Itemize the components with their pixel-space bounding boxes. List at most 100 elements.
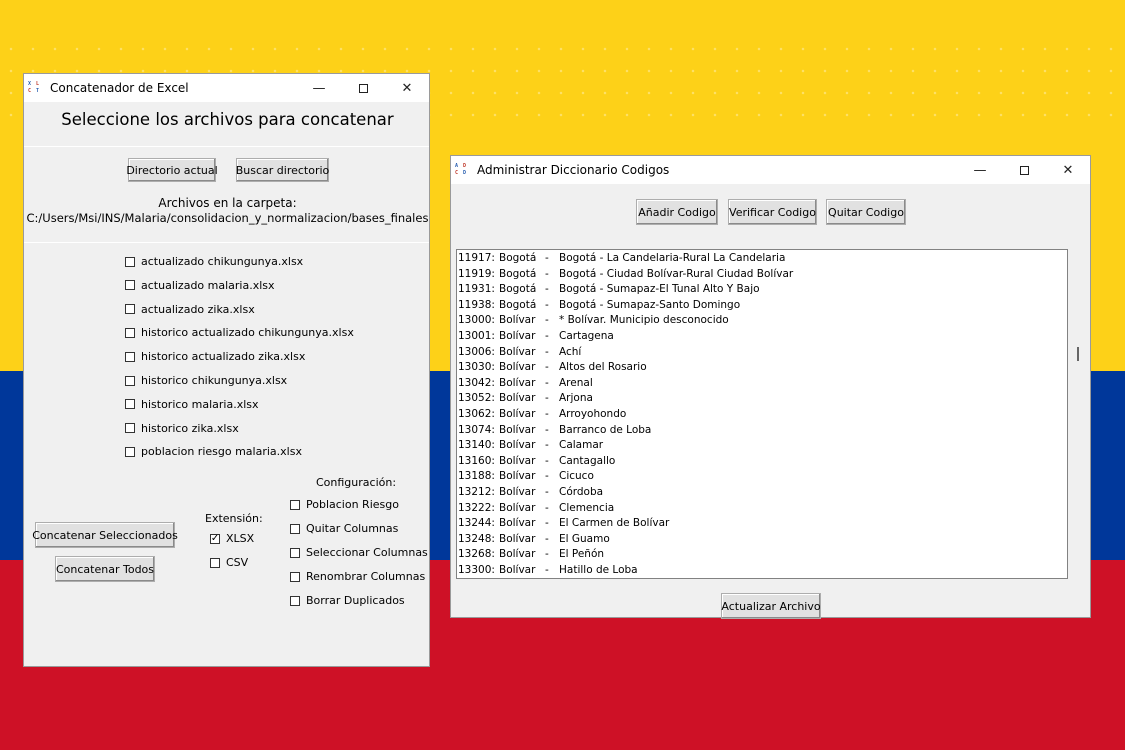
- codigo-cell: 13222:: [458, 501, 495, 514]
- codigo-cell: 13160:: [458, 454, 495, 467]
- checkbox-icon[interactable]: [290, 595, 300, 606]
- checkbox-icon[interactable]: [290, 499, 300, 510]
- minimize-button[interactable]: —: [297, 74, 341, 102]
- separator-cell: -: [545, 517, 549, 530]
- list-item[interactable]: 13001: Bolívar - Cartagena: [457, 329, 1067, 345]
- file-checkbox[interactable]: historico malaria.xlsx: [125, 398, 259, 411]
- municipio-cell: Bogotá - Sumapaz-El Tunal Alto Y Bajo: [559, 283, 760, 296]
- checkbox-icon[interactable]: [125, 446, 135, 457]
- list-item[interactable]: 13074: Bolívar - Barranco de Loba: [457, 423, 1067, 439]
- anadir-codigo-button[interactable]: Añadir Codigo: [636, 199, 718, 225]
- list-item[interactable]: 13042: Bolívar - Arenal: [457, 376, 1067, 392]
- close-button[interactable]: ✕: [385, 74, 429, 102]
- config-checkbox[interactable]: Renombrar Columnas: [290, 570, 425, 583]
- list-item[interactable]: 11917: Bogotá - Bogotá - La Candelaria-Rura…: [457, 251, 1067, 267]
- file-checkbox[interactable]: historico actualizado chikungunya.xlsx: [125, 326, 354, 339]
- list-item[interactable]: 13248: Bolívar - El Guamo: [457, 532, 1067, 548]
- list-item[interactable]: 13160: Bolívar - Cantagallo: [457, 454, 1067, 470]
- diccionario-titlebar[interactable]: ADCD Administrar Diccionario Codigos — ✕: [451, 156, 1090, 184]
- list-item[interactable]: 13212: Bolívar - Córdoba: [457, 485, 1067, 501]
- checkbox-icon[interactable]: ✓: [210, 533, 220, 544]
- file-checkbox[interactable]: actualizado malaria.xlsx: [125, 279, 275, 292]
- folder-path: C:/Users/Msi/INS/Malaria/consolidacion_y…: [26, 211, 429, 225]
- concatenar-todos-button[interactable]: Concatenar Todos: [55, 556, 155, 582]
- municipio-cell: Bogotá - La Candelaria-Rural La Candelar…: [559, 252, 786, 264]
- maximize-button[interactable]: [1002, 156, 1046, 184]
- checkbox-icon[interactable]: [125, 280, 135, 291]
- config-checkbox[interactable]: Poblacion Riesgo: [290, 498, 399, 511]
- separator-cell: -: [545, 563, 549, 576]
- departamento-cell: Bolívar: [499, 345, 536, 358]
- checkbox-icon[interactable]: [290, 571, 300, 582]
- verificar-codigo-button[interactable]: Verificar Codigo: [728, 199, 817, 225]
- file-checkbox[interactable]: poblacion riesgo malaria.xlsx: [125, 445, 302, 458]
- directorio-actual-button[interactable]: Directorio actual: [126, 158, 218, 182]
- checkbox-icon[interactable]: [290, 547, 300, 558]
- separator-cell: -: [545, 392, 549, 405]
- list-item[interactable]: 13300: Bolívar - Hatillo de Loba: [457, 563, 1067, 578]
- list-item[interactable]: 13006: Bolívar - Achí: [457, 345, 1067, 361]
- checkbox-icon[interactable]: [125, 256, 135, 267]
- checkbox-icon[interactable]: [125, 304, 135, 315]
- extension-checkbox-xlsx[interactable]: ✓ XLSX: [210, 532, 254, 545]
- config-checkbox[interactable]: Seleccionar Columnas: [290, 546, 428, 559]
- maximize-button[interactable]: [341, 74, 385, 102]
- extension-checkbox-csv[interactable]: CSV: [210, 556, 248, 569]
- codigos-listbox[interactable]: 11917: Bogotá - Bogotá - La Candelaria-Rura…: [456, 249, 1068, 579]
- separator-cell: -: [545, 298, 549, 311]
- departamento-cell: Bolívar: [499, 439, 536, 452]
- close-button[interactable]: ✕: [1046, 156, 1090, 184]
- list-item[interactable]: 11931: Bogotá - Bogotá - Sumapaz-El Tunal A…: [457, 282, 1067, 298]
- municipio-cell: Achí: [559, 345, 582, 358]
- divider: [24, 242, 429, 243]
- checkbox-icon[interactable]: [125, 423, 135, 434]
- codigo-cell: 11938:: [458, 298, 495, 311]
- list-item[interactable]: 13052: Bolívar - Arjona: [457, 391, 1067, 407]
- codigo-cell: 13268:: [458, 548, 495, 561]
- file-checkbox[interactable]: historico zika.xlsx: [125, 422, 239, 435]
- checkbox-icon[interactable]: [125, 327, 135, 338]
- buscar-directorio-button[interactable]: Buscar directorio: [236, 158, 329, 182]
- municipio-cell: Bogotá - Sumapaz-Santo Domingo: [559, 298, 741, 311]
- municipio-cell: Hatillo de Loba: [559, 563, 638, 576]
- separator-cell: -: [545, 548, 549, 561]
- checkbox-icon[interactable]: [210, 557, 220, 568]
- config-checkbox[interactable]: Quitar Columnas: [290, 522, 398, 535]
- separator-cell: -: [545, 329, 549, 342]
- codigo-cell: 13212:: [458, 485, 495, 498]
- checkbox-icon[interactable]: [125, 375, 135, 386]
- actualizar-archivo-button[interactable]: Actualizar Archivo: [721, 593, 821, 619]
- checkbox-label: actualizado malaria.xlsx: [141, 278, 275, 292]
- list-item[interactable]: 11938: Bogotá - Bogotá - Sumapaz-Santo Domi…: [457, 298, 1067, 314]
- separator-cell: -: [545, 283, 549, 296]
- checkbox-label: Renombrar Columnas: [306, 570, 426, 583]
- quitar-codigo-button[interactable]: Quitar Codigo: [826, 199, 906, 225]
- minimize-button[interactable]: —: [958, 156, 1002, 184]
- municipio-cell: Arenal: [559, 376, 593, 389]
- list-item[interactable]: 13030: Bolívar - Altos del Rosario: [457, 360, 1067, 376]
- checkbox-icon[interactable]: [125, 351, 135, 362]
- folder-label: Archivos en la carpeta:: [158, 196, 297, 210]
- file-checkbox[interactable]: historico chikungunya.xlsx: [125, 374, 287, 387]
- list-item[interactable]: 13062: Bolívar - Arroyohondo: [457, 407, 1067, 423]
- list-item[interactable]: 13188: Bolívar - Cicuco: [457, 469, 1067, 485]
- concatenador-titlebar[interactable]: XLCT Concatenador de Excel — ✕: [24, 74, 429, 102]
- departamento-cell: Bolívar: [499, 423, 536, 436]
- list-item[interactable]: 13268: Bolívar - El Peñón: [457, 547, 1067, 563]
- checkbox-label: Quitar Columnas: [306, 522, 399, 535]
- list-item[interactable]: 13000: Bolívar - * Bolívar. Municipio desco…: [457, 313, 1067, 329]
- codigo-cell: 13052:: [458, 392, 495, 405]
- maximize-icon: [1019, 165, 1029, 175]
- list-item[interactable]: 13222: Bolívar - Clemencia: [457, 501, 1067, 517]
- file-checkbox[interactable]: historico actualizado zika.xlsx: [125, 350, 305, 363]
- checkbox-icon[interactable]: [290, 523, 300, 534]
- list-item[interactable]: 11919: Bogotá - Bogotá - Ciudad Bolívar-Rur…: [457, 267, 1067, 283]
- file-checkbox[interactable]: actualizado zika.xlsx: [125, 303, 255, 316]
- list-item[interactable]: 13140: Bolívar - Calamar: [457, 438, 1067, 454]
- list-item[interactable]: 13244: Bolívar - El Carmen de Bolívar: [457, 516, 1067, 532]
- listbox-scrollbar-thumb[interactable]: [1077, 347, 1079, 361]
- checkbox-icon[interactable]: [125, 399, 135, 410]
- file-checkbox[interactable]: actualizado chikungunya.xlsx: [125, 255, 303, 268]
- config-checkbox[interactable]: Borrar Duplicados: [290, 594, 405, 607]
- concatenar-seleccionados-button[interactable]: Concatenar Seleccionados: [32, 522, 178, 548]
